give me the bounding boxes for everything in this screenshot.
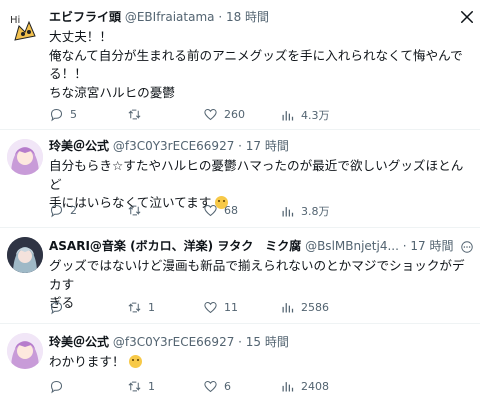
author-name[interactable]: エビフライ頭: [49, 10, 121, 24]
author-handle[interactable]: @EBIfraiatama: [125, 10, 215, 24]
tweet-actions: 5 260 4.3万: [49, 107, 474, 123]
retweet-button[interactable]: [127, 203, 148, 218]
more-options-icon[interactable]: [460, 240, 474, 254]
tweet-3[interactable]: ASARI@音楽 (ボカロ、洋楽) ヲタク ミク腐 @BslMBnjetj4..…: [0, 228, 480, 320]
tweet-actions: 1 11 2586: [49, 300, 474, 316]
tweet-header: ASARI@音楽 (ボカロ、洋楽) ヲタク ミク腐 @BslMBnjetj4..…: [49, 239, 454, 253]
avatar[interactable]: [7, 237, 43, 273]
author-handle[interactable]: @f3C0Y3rECE66927: [113, 335, 235, 349]
retweet-icon: [128, 205, 141, 216]
tweet-2[interactable]: 玲美＠公式 @f3C0Y3rECE66927 · 17 時間 自分もらき☆すたや…: [0, 130, 480, 226]
tweet-line: ちな涼宮ハルヒの憂鬱: [49, 84, 175, 100]
reply-icon: [50, 108, 63, 122]
author-handle[interactable]: @BslMBnjetj4...: [305, 239, 399, 253]
like-count: 11: [224, 301, 238, 314]
retweet-icon: [128, 109, 141, 120]
reply-icon: [50, 380, 63, 394]
tweet-header: 玲美＠公式 @f3C0Y3rECE66927 · 15 時間: [49, 335, 289, 349]
tweet-1[interactable]: Hi エビフライ頭 @EBIfraiatama · 18 時間 大丈夫！！ 俺な…: [0, 0, 480, 125]
views-button[interactable]: 2408: [280, 379, 329, 394]
tweet-4[interactable]: 玲美＠公式 @f3C0Y3rECE66927 · 15 時間 わかります！ 1 …: [0, 324, 480, 401]
x-logo-icon[interactable]: [460, 10, 474, 24]
tweet-line: 大丈夫！！: [49, 29, 112, 44]
like-button[interactable]: 260: [203, 107, 245, 122]
heart-icon: [204, 301, 217, 314]
retweet-count: 1: [148, 301, 155, 314]
reply-button[interactable]: [49, 379, 70, 394]
like-button[interactable]: 6: [203, 379, 231, 394]
views-button[interactable]: 2586: [280, 300, 329, 315]
tweet-line: 俺なんて自分が生まれる前のアニメグッズを手に入れられなくて悔やんでる！！: [49, 47, 463, 82]
retweet-button[interactable]: 1: [127, 379, 155, 394]
avatar[interactable]: Hi: [7, 10, 43, 46]
reply-button[interactable]: 2: [49, 203, 77, 218]
timestamp[interactable]: 17 時間: [246, 139, 289, 153]
reply-button[interactable]: [49, 300, 70, 315]
view-count: 2586: [301, 301, 329, 314]
timestamp[interactable]: 18 時間: [226, 10, 269, 24]
reply-icon: [50, 301, 63, 315]
view-count: 2408: [301, 380, 329, 393]
retweet-icon: [128, 302, 141, 313]
view-count: 3.8万: [301, 205, 330, 218]
crying-face-emoji-icon: [128, 355, 142, 368]
views-button[interactable]: 3.8万: [280, 203, 330, 219]
like-button[interactable]: 11: [203, 300, 238, 315]
views-chart-icon: [282, 110, 294, 120]
retweet-button[interactable]: 1: [127, 300, 155, 315]
avatar[interactable]: [7, 333, 43, 369]
timestamp[interactable]: 15 時間: [246, 335, 289, 349]
like-button[interactable]: 68: [203, 203, 238, 218]
svg-text:Hi: Hi: [10, 15, 20, 26]
like-count: 6: [224, 380, 231, 393]
reply-button[interactable]: 5: [49, 107, 77, 122]
views-chart-icon: [282, 206, 294, 216]
author-name[interactable]: 玲美＠公式: [49, 139, 109, 153]
tweet-actions: 1 6 2408: [49, 379, 474, 395]
timestamp[interactable]: 17 時間: [410, 239, 453, 253]
avatar[interactable]: [7, 139, 43, 175]
heart-icon: [204, 380, 217, 393]
tweet-line-with-emoji: わかります！: [49, 353, 474, 372]
view-count: 4.3万: [301, 109, 330, 122]
retweet-icon: [128, 381, 141, 392]
tweet-line: グッズではないけど漫画も新品で揃えられないのとかマジでショックがデカす: [49, 258, 465, 292]
tweet-header: 玲美＠公式 @f3C0Y3rECE66927 · 17 時間: [49, 139, 289, 153]
reply-icon: [50, 204, 63, 218]
author-name[interactable]: ASARI@音楽 (ボカロ、洋楽) ヲタク ミク腐: [49, 239, 301, 253]
tweet-header: エビフライ頭 @EBIfraiatama · 18 時間: [49, 10, 270, 24]
tweet-actions: 2 68 3.8万: [49, 203, 474, 219]
like-count: 68: [224, 204, 238, 217]
tweet-text: わかります！: [49, 353, 474, 372]
author-name[interactable]: 玲美＠公式: [49, 335, 109, 349]
reply-count: 2: [70, 204, 77, 217]
retweet-button[interactable]: [127, 107, 148, 122]
like-count: 260: [224, 108, 245, 121]
retweet-count: 1: [148, 380, 155, 393]
views-chart-icon: [282, 303, 294, 313]
reply-count: 5: [70, 108, 77, 121]
views-chart-icon: [282, 382, 294, 392]
author-handle[interactable]: @f3C0Y3rECE66927: [113, 139, 235, 153]
heart-icon: [204, 108, 217, 121]
views-button[interactable]: 4.3万: [280, 107, 330, 123]
tweet-line: 自分もらき☆すたやハルヒの憂鬱ハマったのが最近で欲しいグッズほとんど: [49, 158, 464, 192]
heart-icon: [204, 204, 217, 217]
tweet-text: 大丈夫！！ 俺なんて自分が生まれる前のアニメグッズを手に入れられなくて悔やんでる…: [49, 28, 474, 102]
